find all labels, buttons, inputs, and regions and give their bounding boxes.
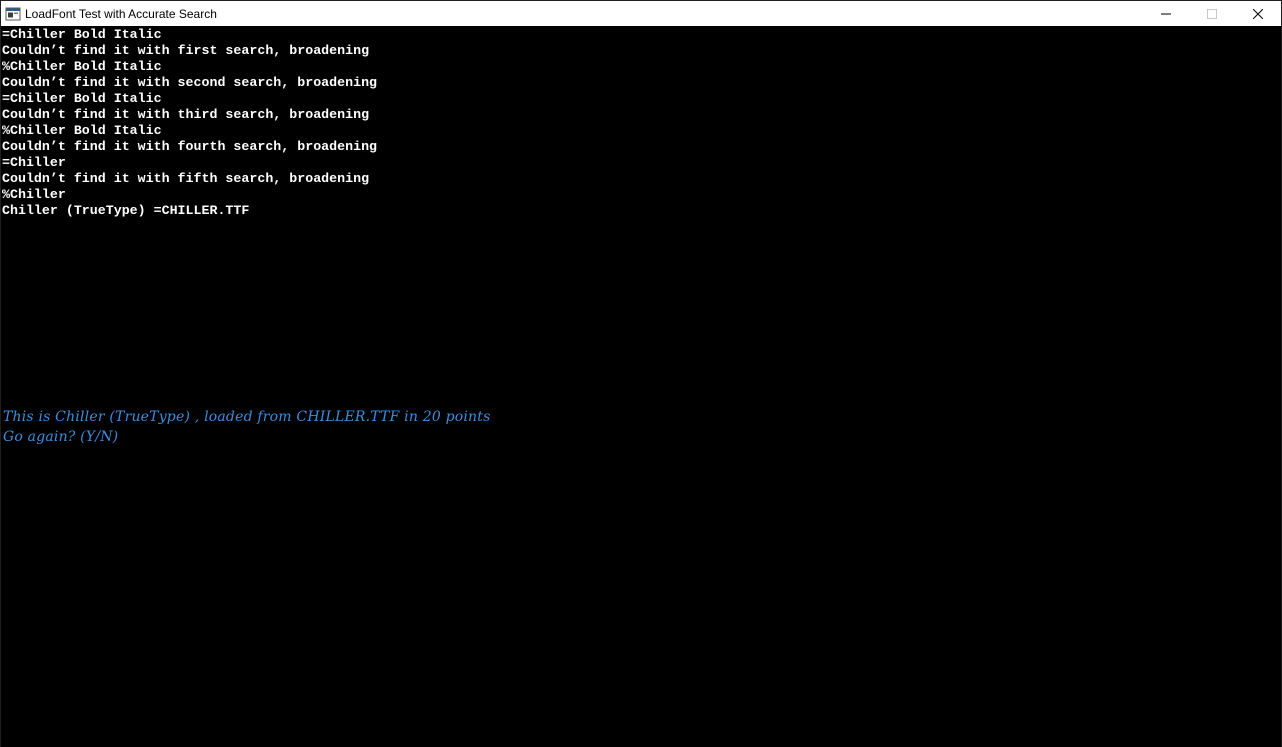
console-line: =Chiller Bold Italic	[2, 91, 162, 106]
console-line: %Chiller Bold Italic	[2, 123, 162, 138]
console-line: %Chiller Bold Italic	[2, 59, 162, 74]
close-icon	[1253, 8, 1263, 19]
maximize-icon	[1207, 8, 1217, 19]
console-line: Couldn’t find it with fourth search, bro…	[2, 139, 378, 154]
title-bar[interactable]: LoadFont Test with Accurate Search	[1, 1, 1281, 26]
console-output: =Chiller Bold Italic Couldn’t find it wi…	[2, 27, 377, 219]
close-button[interactable]	[1235, 1, 1281, 26]
window-controls	[1143, 1, 1281, 26]
console-line: Couldn’t find it with fifth search, broa…	[2, 171, 370, 186]
prompt-line: Go again? (Y/N)	[3, 429, 119, 445]
console-line: Couldn’t find it with third search, broa…	[2, 107, 370, 122]
console-window-icon[interactable]	[5, 6, 21, 22]
font-sample-output: This is Chiller (TrueType) , loaded from…	[3, 407, 490, 447]
console-line: Couldn’t find it with second search, bro…	[2, 75, 378, 90]
console-line: %Chiller	[2, 187, 66, 202]
console-area[interactable]: =Chiller Bold Italic Couldn’t find it wi…	[1, 27, 1281, 747]
minimize-icon	[1161, 13, 1171, 14]
font-sample-line: This is Chiller (TrueType) , loaded from…	[3, 409, 491, 425]
minimize-button[interactable]	[1143, 1, 1189, 26]
app-window: LoadFont Test with Accurate Search =Chil…	[0, 0, 1282, 747]
console-line: =Chiller	[2, 155, 66, 170]
console-line: Chiller (TrueType) =CHILLER.TTF	[2, 203, 250, 218]
console-line: Couldn’t find it with first search, broa…	[2, 43, 370, 58]
window-title: LoadFont Test with Accurate Search	[25, 6, 217, 21]
console-line: =Chiller Bold Italic	[2, 27, 162, 42]
maximize-button[interactable]	[1189, 1, 1235, 26]
